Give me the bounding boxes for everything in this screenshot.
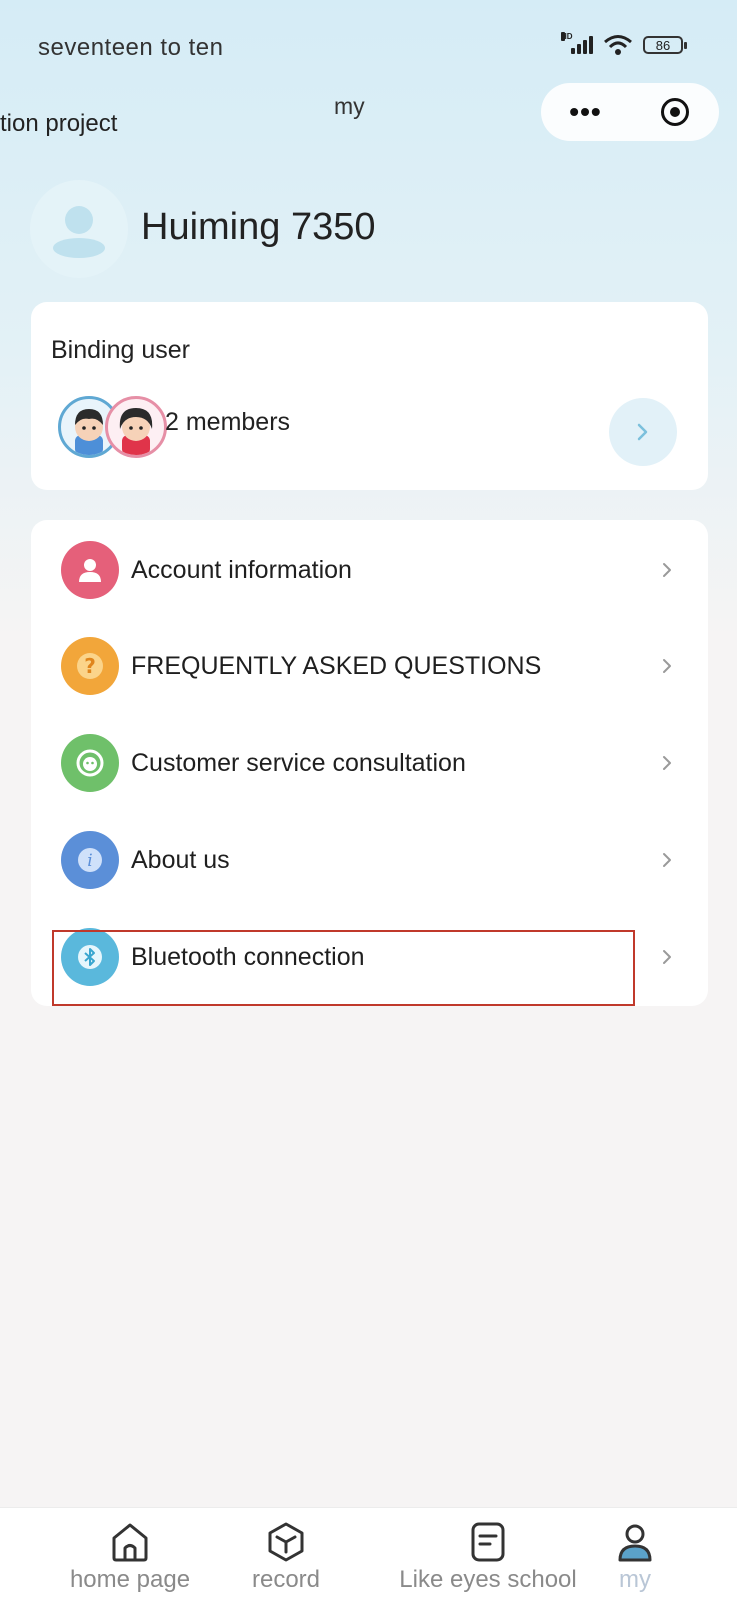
- menu-item-label: Account information: [131, 555, 352, 584]
- cube-icon: [268, 1522, 304, 1562]
- tab-home-page[interactable]: home page: [64, 1520, 196, 1594]
- chevron-right-icon: [663, 563, 671, 577]
- tab-record[interactable]: record: [236, 1520, 336, 1594]
- status-icons: HD 86: [561, 32, 687, 56]
- note-icon: [471, 1522, 505, 1562]
- target-icon: [660, 98, 689, 126]
- miniprogram-capsule: •••: [541, 83, 719, 141]
- tab-label: my: [619, 1566, 651, 1593]
- svg-text:i: i: [87, 851, 92, 871]
- username: Huiming 7350: [141, 206, 376, 248]
- signal-icon: HD: [561, 32, 593, 54]
- chevron-right-icon: [663, 950, 671, 964]
- svg-text:?: ?: [84, 654, 96, 678]
- menu-item-label: FREQUENTLY ASKED QUESTIONS: [131, 651, 542, 680]
- user-avatar-icon: [53, 206, 105, 258]
- tab-label: record: [251, 1566, 321, 1593]
- girl-avatar-icon: [105, 396, 167, 458]
- more-icon[interactable]: •••: [541, 83, 630, 141]
- tab-my[interactable]: my: [590, 1520, 680, 1594]
- info-icon: i: [61, 831, 119, 889]
- menu-item-customer-service[interactable]: Customer service consultation: [61, 733, 691, 793]
- tab-like-eyes-school[interactable]: Like eyes school: [398, 1520, 578, 1594]
- question-icon: ?: [61, 637, 119, 695]
- menu-item-label: About us: [131, 845, 230, 874]
- menu-item-about-us[interactable]: i About us: [61, 830, 691, 890]
- chevron-right-icon: [663, 659, 671, 673]
- menu-item-faq[interactable]: ? FREQUENTLY ASKED QUESTIONS: [61, 636, 691, 696]
- user-icon: [618, 1524, 652, 1562]
- chevron-right-icon: [637, 423, 648, 441]
- menu-item-label: Customer service consultation: [131, 748, 466, 777]
- chevron-right-icon: [663, 756, 671, 770]
- home-icon: [112, 1523, 148, 1562]
- binding-user-label: Binding user: [51, 336, 190, 364]
- avatar[interactable]: [30, 180, 128, 278]
- nav-left-text: tion project: [0, 110, 118, 137]
- chevron-right-icon: [663, 853, 671, 867]
- person-icon: [61, 541, 119, 599]
- binding-arrow-button[interactable]: [609, 398, 677, 466]
- headset-icon: [61, 734, 119, 792]
- members-count: 2 members: [165, 408, 291, 436]
- status-time: seventeen to ten: [38, 34, 224, 61]
- wifi-icon: [604, 35, 632, 55]
- tab-label: home page: [69, 1566, 191, 1593]
- highlight-box: [52, 930, 635, 1006]
- tab-label: Like eyes school: [399, 1566, 577, 1593]
- close-target-button[interactable]: [630, 98, 719, 126]
- page-title: my: [334, 93, 365, 119]
- menu-item-account-information[interactable]: Account information: [61, 540, 691, 600]
- battery-icon: 86: [643, 36, 687, 54]
